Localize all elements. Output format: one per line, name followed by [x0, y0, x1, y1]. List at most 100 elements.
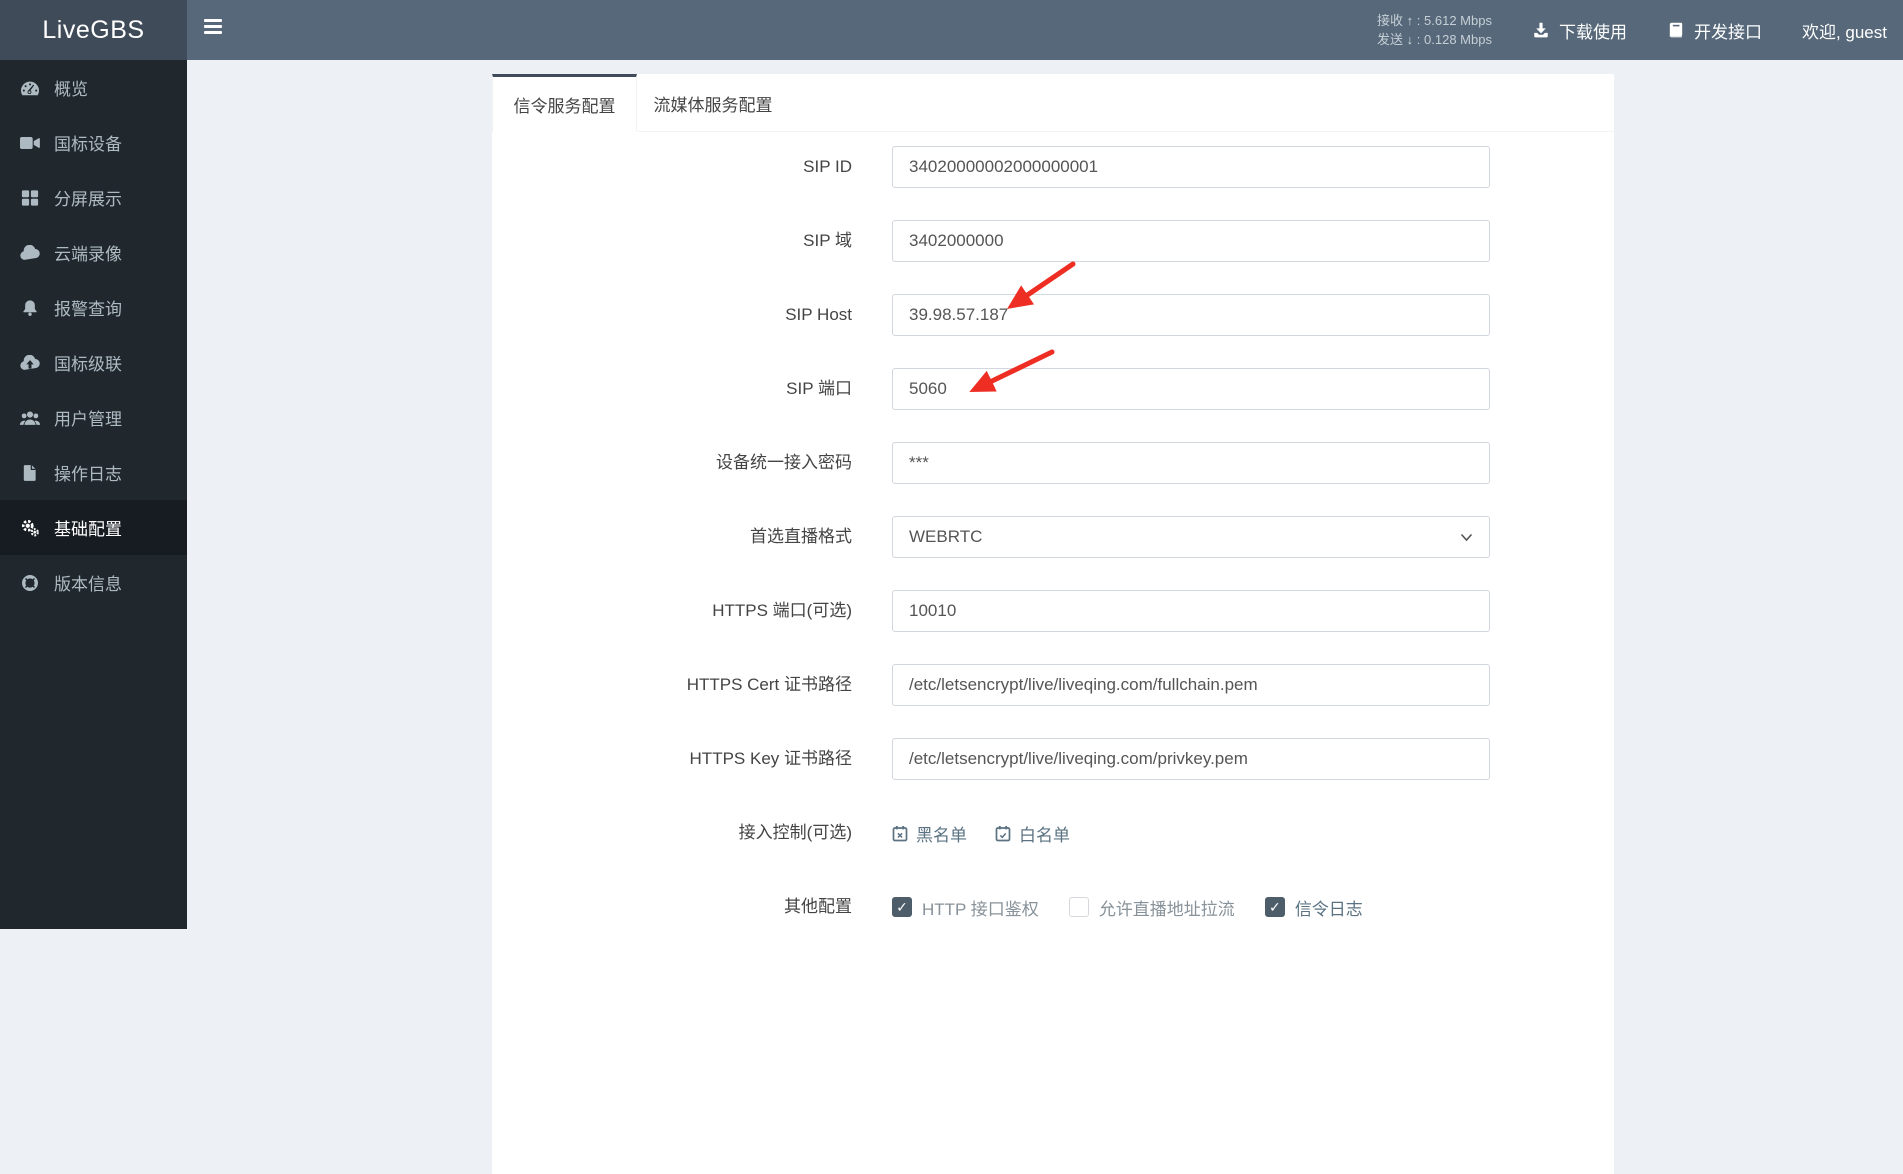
- sidebar-item-gb-devices[interactable]: 国标设备: [0, 115, 187, 170]
- whitelist-link[interactable]: 白名单: [995, 821, 1070, 846]
- grid-icon: [21, 189, 39, 206]
- blacklist-link[interactable]: 黑名单: [892, 821, 967, 846]
- download-nav-item[interactable]: 下载使用: [1532, 18, 1627, 43]
- brand-logo: LiveGBS: [0, 0, 187, 60]
- other-config-label: 其他配置: [784, 897, 852, 916]
- https-key-path-input[interactable]: [892, 738, 1490, 780]
- arrow-up-icon: ↑: [1406, 12, 1414, 28]
- arrow-down-icon: ↓: [1406, 32, 1414, 47]
- sidebar-item-operation-log[interactable]: 操作日志: [0, 445, 187, 500]
- config-card: 信令服务配置 流媒体服务配置 SIP ID SIP 域 SIP Host SIP…: [492, 74, 1614, 1174]
- form-row-https-port: HTTPS 端口(可选): [492, 590, 1614, 632]
- preferred-live-format-label: 首选直播格式: [750, 527, 852, 546]
- sidebar-toggle-button[interactable]: [204, 19, 224, 41]
- bell-icon: [23, 299, 37, 316]
- sip-domain-input[interactable]: [892, 220, 1490, 262]
- form-row-sip-id: SIP ID: [492, 146, 1614, 188]
- signal-log-label: 信令日志: [1294, 899, 1363, 919]
- checkbox-checked-icon: [892, 897, 912, 917]
- sidebar-item-label: 国标级联: [54, 355, 122, 374]
- chevron-down-icon: [1460, 533, 1473, 541]
- https-port-label: HTTPS 端口(可选): [712, 601, 852, 620]
- network-stats: 接收 ↑ : 5.612 Mbps 发送 ↓ : 0.128 Mbps: [1377, 11, 1492, 50]
- users-icon: [19, 410, 41, 425]
- selected-option-label: WEBRTC: [909, 527, 983, 546]
- access-control-label: 接入控制(可选): [738, 823, 852, 842]
- https-port-input[interactable]: [892, 590, 1490, 632]
- sidebar-item-gb-cascade[interactable]: 国标级联: [0, 335, 187, 390]
- sidebar-menu: 概览 国标设备 分屏展示 云端录像 报警查询 国标级联 用户管理 操作日志 基础…: [0, 60, 187, 929]
- form-row-sip-host: SIP Host: [492, 294, 1614, 336]
- device-access-password-input[interactable]: [892, 442, 1490, 484]
- device-access-password-label: 设备统一接入密码: [716, 453, 852, 472]
- sidebar-item-label: 云端录像: [54, 245, 122, 264]
- file-icon: [23, 464, 36, 481]
- sidebar-item-split-screen[interactable]: 分屏展示: [0, 170, 187, 225]
- receive-rate: 接收 ↑ : 5.612 Mbps: [1377, 12, 1492, 28]
- whitelist-label: 白名单: [1019, 825, 1070, 845]
- hamburger-icon: [204, 19, 222, 22]
- form-row-other-config: 其他配置 HTTP 接口鉴权 允许直播地址拉流 信令日志: [492, 886, 1614, 928]
- signal-log-checkbox[interactable]: 信令日志: [1264, 895, 1363, 920]
- sidebar-item-label: 用户管理: [54, 410, 122, 429]
- sidebar-item-label: 概览: [54, 80, 88, 99]
- form-row-sip-port: SIP 端口: [492, 368, 1614, 410]
- https-cert-path-input[interactable]: [892, 664, 1490, 706]
- tab-header: 信令服务配置 流媒体服务配置: [492, 74, 1614, 132]
- checkbox-unchecked-icon: [1068, 897, 1089, 917]
- calendar-times-icon: [892, 825, 908, 841]
- sip-domain-label: SIP 域: [803, 231, 852, 250]
- https-cert-path-label: HTTPS Cert 证书路径: [686, 675, 852, 694]
- sip-port-input[interactable]: [892, 368, 1490, 410]
- form-row-https-key-path: HTTPS Key 证书路径: [492, 738, 1614, 780]
- cloud-icon: [20, 244, 40, 260]
- allow-live-pull-label: 允许直播地址拉流: [1098, 899, 1235, 919]
- gauge-icon: [21, 81, 39, 95]
- sidebar-item-label: 分屏展示: [54, 190, 122, 209]
- top-navbar: LiveGBS 接收 ↑ : 5.612 Mbps 发送 ↓ : 0.128 M…: [0, 0, 1903, 60]
- main-content: 信令服务配置 流媒体服务配置 SIP ID SIP 域 SIP Host SIP…: [187, 60, 1903, 1174]
- form-row-access-control: 接入控制(可选) 黑名单 白名单: [492, 812, 1614, 854]
- sidebar-item-label: 报警查询: [54, 300, 122, 319]
- welcome-user-label: 欢迎, guest: [1801, 22, 1887, 42]
- sidebar-item-label: 基础配置: [54, 520, 122, 539]
- sip-port-label: SIP 端口: [786, 379, 852, 398]
- http-api-auth-checkbox[interactable]: HTTP 接口鉴权: [892, 895, 1039, 920]
- dev-api-nav-item[interactable]: 开发接口: [1667, 18, 1762, 43]
- sip-host-label: SIP Host: [785, 305, 852, 324]
- video-camera-icon: [20, 136, 40, 149]
- sidebar-item-label: 版本信息: [54, 575, 122, 594]
- allow-live-pull-checkbox[interactable]: 允许直播地址拉流: [1068, 895, 1235, 920]
- cloud-upload-icon: [20, 354, 40, 370]
- tab-media-service-config[interactable]: 流媒体服务配置: [638, 74, 788, 132]
- book-icon: [1669, 22, 1683, 38]
- blacklist-label: 黑名单: [916, 825, 967, 845]
- sip-id-input[interactable]: [892, 146, 1490, 188]
- sidebar-item-cloud-record[interactable]: 云端录像: [0, 225, 187, 280]
- tab-signal-service-config[interactable]: 信令服务配置: [492, 74, 637, 132]
- download-icon: [1534, 22, 1548, 38]
- topbar-right-group: 接收 ↑ : 5.612 Mbps 发送 ↓ : 0.128 Mbps 下载使用: [1377, 0, 1903, 60]
- sip-host-input[interactable]: [892, 294, 1490, 336]
- form-row-sip-domain: SIP 域: [492, 220, 1614, 262]
- gears-icon: [21, 519, 39, 536]
- form-row-https-cert-path: HTTPS Cert 证书路径: [492, 664, 1614, 706]
- sidebar-item-overview[interactable]: 概览: [0, 60, 187, 115]
- dev-api-label: 开发接口: [1693, 22, 1762, 42]
- welcome-user-item[interactable]: 欢迎, guest: [1802, 18, 1887, 43]
- form-row-preferred-live-format: 首选直播格式 WEBRTC: [492, 516, 1614, 558]
- https-key-path-label: HTTPS Key 证书路径: [689, 749, 852, 768]
- ring-icon: [22, 574, 38, 591]
- sidebar-item-version-info[interactable]: 版本信息: [0, 555, 187, 610]
- calendar-check-icon: [995, 825, 1011, 841]
- tab-header-border: [638, 131, 1614, 132]
- sidebar-item-alarm-query[interactable]: 报警查询: [0, 280, 187, 335]
- form-row-device-access-password: 设备统一接入密码: [492, 442, 1614, 484]
- sidebar-item-label: 操作日志: [54, 465, 122, 484]
- send-rate: 发送 ↓ : 0.128 Mbps: [1377, 32, 1492, 47]
- sidebar-item-user-management[interactable]: 用户管理: [0, 390, 187, 445]
- http-api-auth-label: HTTP 接口鉴权: [922, 899, 1039, 919]
- preferred-live-format-select[interactable]: WEBRTC: [892, 516, 1490, 558]
- sidebar-item-basic-config[interactable]: 基础配置: [0, 500, 187, 555]
- download-label: 下载使用: [1558, 22, 1627, 42]
